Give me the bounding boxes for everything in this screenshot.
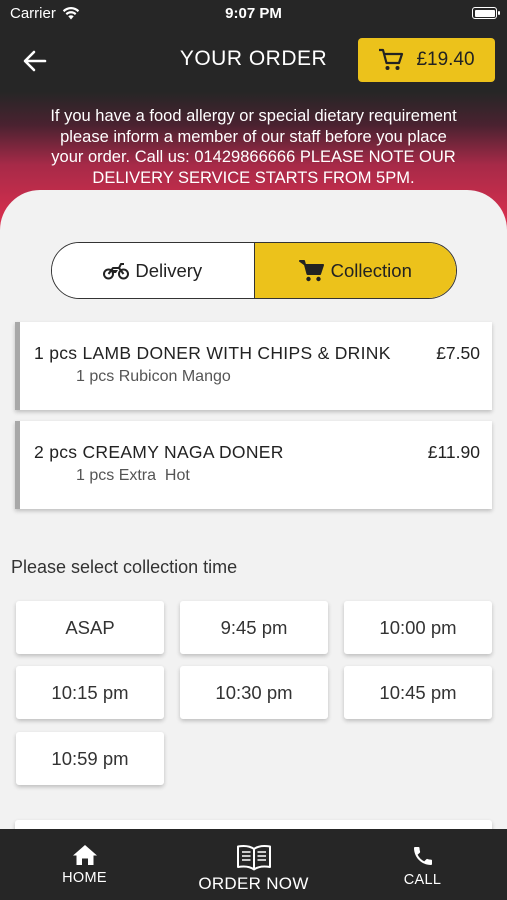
cart-total-button[interactable]: £19.40 [358, 38, 495, 82]
order-item-price: £7.50 [436, 343, 480, 363]
allergy-notice-line: your order. Call us: 01429866666 PLEASE … [51, 148, 456, 166]
cart-icon [298, 259, 324, 281]
collection-option[interactable]: Collection [254, 243, 456, 298]
time-slot[interactable]: 10:00 pm [344, 601, 492, 654]
motorbike-icon [103, 262, 130, 279]
nav-order-now[interactable]: ORDER NOW [169, 829, 338, 900]
delivery-label: Delivery [135, 259, 203, 281]
app-header: YOUR ORDER £19.40 [0, 30, 507, 90]
order-item-extra: 1 pcs Rubicon Mango [76, 368, 231, 385]
time-slot-asap[interactable]: ASAP [16, 601, 164, 654]
status-time: 9:07 PM [225, 5, 282, 22]
order-type-toggle: Delivery Collection [51, 242, 457, 299]
home-icon [72, 845, 97, 865]
status-bar: Carrier 9:07 PM [0, 0, 507, 28]
time-slot[interactable]: 10:30 pm [180, 666, 328, 719]
nav-order-now-label: ORDER NOW [198, 874, 309, 893]
collection-time-label: Please select collection time [11, 557, 238, 577]
book-icon [236, 845, 271, 871]
order-item-extra: 1 pcs Extra Hot [76, 467, 190, 484]
order-item-name: 2 pcs CREAMY NAGA DONER [34, 442, 284, 462]
allergy-notice-line: If you have a food allergy or special di… [50, 107, 457, 125]
time-slot[interactable]: 9:45 pm [180, 601, 328, 654]
cart-total-label: £19.40 [416, 49, 475, 70]
phone-icon [413, 847, 432, 865]
order-item-price: £11.90 [427, 442, 480, 462]
nav-home[interactable]: HOME [0, 829, 169, 900]
allergy-notice: If you have a food allergy or special di… [8, 106, 499, 188]
time-slot[interactable]: 10:15 pm [16, 666, 164, 719]
collection-label: Collection [330, 259, 412, 281]
battery-icon [472, 7, 500, 19]
bottom-nav: HOME ORDER NOW CALL [0, 829, 507, 900]
nav-call-label: CALL [403, 872, 442, 888]
allergy-notice-line: DELIVERY SERVICE STARTS FROM 5PM. [92, 168, 415, 187]
order-item-name: 1 pcs LAMB DONER WITH CHIPS & DRINK [34, 343, 391, 363]
allergy-notice-line: please inform a member of our staff befo… [60, 127, 447, 146]
delivery-option[interactable]: Delivery [52, 243, 255, 298]
order-item[interactable]: 2 pcs CREAMY NAGA DONER £11.90 1 pcs Ext… [15, 421, 492, 509]
time-slot[interactable]: 10:45 pm [344, 666, 492, 719]
nav-call[interactable]: CALL [338, 829, 507, 900]
time-slot[interactable]: 10:59 pm [16, 732, 164, 785]
nav-home-label: HOME [62, 870, 107, 886]
order-item[interactable]: 1 pcs LAMB DONER WITH CHIPS & DRINK £7.5… [15, 322, 492, 410]
order-content: Delivery Collection 1 pcs LAMB DONER WIT… [0, 190, 507, 900]
cart-icon [379, 48, 404, 70]
